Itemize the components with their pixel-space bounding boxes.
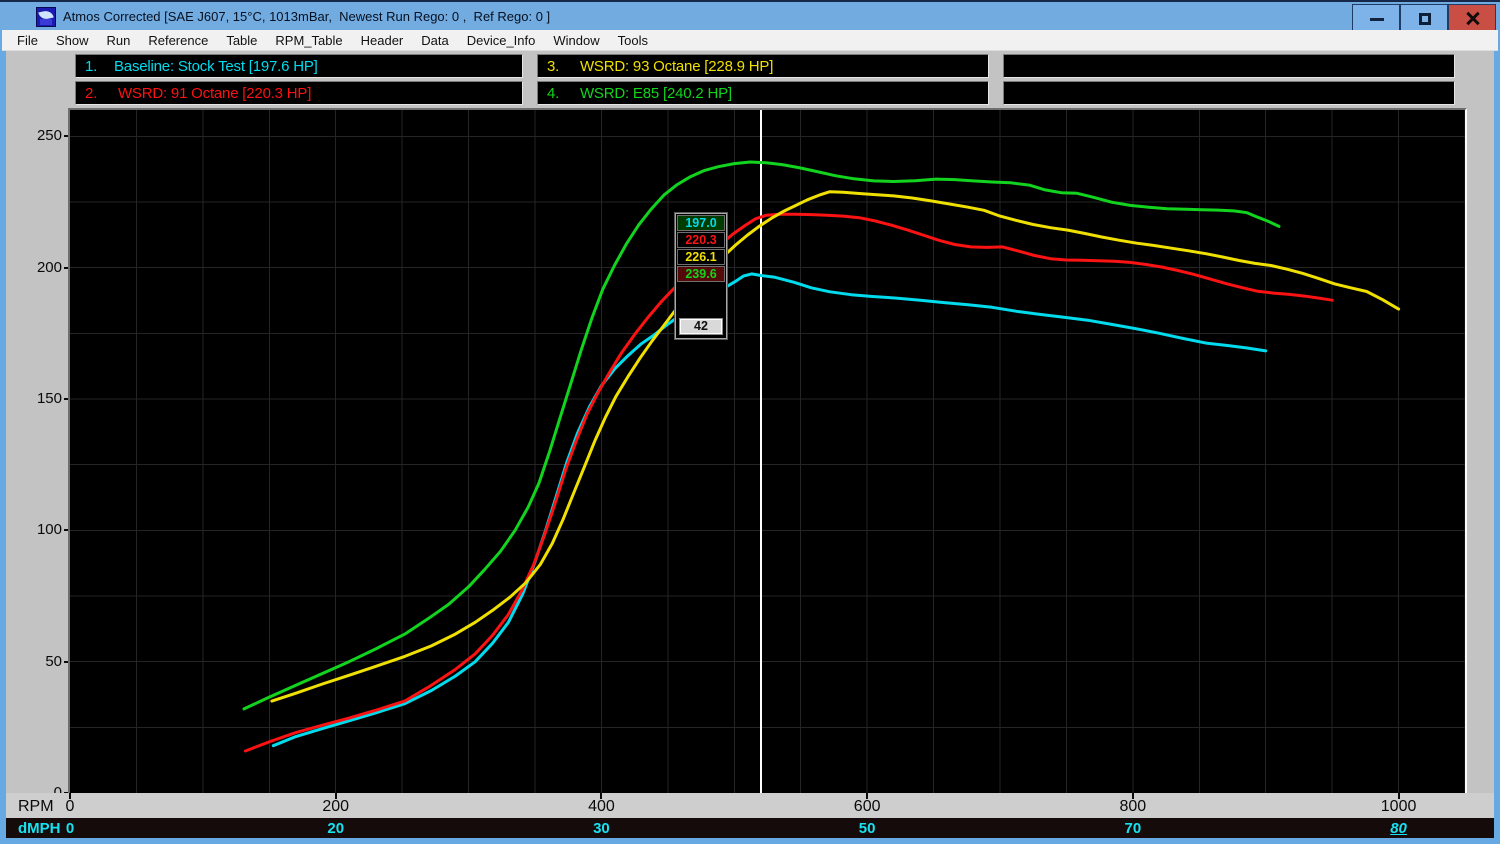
menu-item-header[interactable]: Header [352, 30, 413, 51]
menu-item-data[interactable]: Data [412, 30, 457, 51]
power-curve [245, 214, 1332, 751]
x-tick-label: 0 [66, 798, 75, 816]
y-tick-label: 100 [28, 521, 62, 538]
dmph-tick-label: 30 [593, 820, 610, 837]
menu-item-rpm_table[interactable]: RPM_Table [266, 30, 351, 51]
legend-run-label: Baseline: Stock Test [197.6 HP] [114, 58, 318, 75]
cursor-value-row: 220.3 [677, 232, 725, 248]
maximize-button[interactable] [1400, 4, 1448, 31]
legend-run-1[interactable]: 1. Baseline: Stock Test [197.6 HP] [75, 54, 523, 78]
power-curves-chart [70, 110, 1465, 793]
title-bar: Atmos Corrected [SAE J607, 15°C, 1013mBa… [0, 0, 1500, 30]
x-tick-label: 800 [1119, 798, 1146, 816]
legend-run-4[interactable]: 4. WSRD: E85 [240.2 HP] [537, 81, 989, 105]
app-window: Atmos Corrected [SAE J607, 15°C, 1013mBa… [0, 0, 1500, 844]
menu-item-device_info[interactable]: Device_Info [458, 30, 545, 51]
cursor-value-row: 239.6 [677, 266, 725, 282]
legend-box-empty[interactable] [1003, 54, 1455, 78]
app-logo-icon [36, 7, 56, 27]
y-tick-label: 200 [28, 259, 62, 276]
legend-run-2[interactable]: 2. WSRD: 91 Octane [220.3 HP] [75, 81, 523, 105]
y-tick-label: 250 [28, 127, 62, 144]
legend-run-3[interactable]: 3. WSRD: 93 Octane [228.9 HP] [537, 54, 989, 78]
dmph-tick-label: 50 [859, 820, 876, 837]
dmph-tick-label: 70 [1125, 820, 1142, 837]
y-tick-label: 50 [28, 653, 62, 670]
cursor-readout-box[interactable]: 197.0220.3226.1239.6 42 [675, 213, 727, 339]
cursor-value-row: 197.0 [677, 215, 725, 231]
dmph-tick-label: 20 [327, 820, 344, 837]
menu-item-table[interactable]: Table [217, 30, 266, 51]
menu-item-window[interactable]: Window [544, 30, 608, 51]
legend-run-number: 2. [85, 85, 97, 102]
power-curve [273, 274, 1265, 746]
menu-item-run[interactable]: Run [97, 30, 139, 51]
legend-run-number: 3. [547, 58, 559, 75]
y-tick-label: 150 [28, 390, 62, 407]
dmph-tick-label: 0 [66, 820, 74, 837]
close-button[interactable] [1448, 4, 1496, 31]
x-tick-label: 400 [588, 798, 615, 816]
cursor-readout-value: 42 [679, 318, 723, 335]
legend-box-empty[interactable] [1003, 81, 1455, 105]
dyno-chart-plot[interactable] [68, 108, 1467, 795]
legend-run-label: WSRD: 91 Octane [220.3 HP] [114, 85, 311, 102]
menu-item-tools[interactable]: Tools [609, 30, 657, 51]
rpm-axis-label: RPM [18, 798, 54, 816]
window-title: Atmos Corrected [SAE J607, 15°C, 1013mBa… [63, 9, 550, 24]
x-tick-label: 600 [854, 798, 881, 816]
menu-bar: FileShowRunReferenceTableRPM_TableHeader… [2, 30, 1498, 51]
maximize-icon [1419, 13, 1431, 25]
content-area: 1. Baseline: Stock Test [197.6 HP] 3. WS… [6, 51, 1494, 838]
legend-run-label: WSRD: E85 [240.2 HP] [576, 85, 732, 102]
dmph-tick-label: 80 [1390, 820, 1407, 837]
menu-item-reference[interactable]: Reference [139, 30, 217, 51]
x-tick-label: 200 [322, 798, 349, 816]
menu-item-show[interactable]: Show [47, 30, 98, 51]
cursor-value-row: 226.1 [677, 249, 725, 265]
minimize-icon [1370, 18, 1384, 21]
rpm-axis: RPM 0 200 400 600 800 1000 [6, 793, 1494, 818]
minimize-button[interactable] [1352, 4, 1400, 31]
x-tick-label: 1000 [1381, 798, 1417, 816]
legend-run-number: 4. [547, 85, 559, 102]
legend-run-label: WSRD: 93 Octane [228.9 HP] [576, 58, 773, 75]
dmph-axis-label: dMPH [18, 820, 61, 837]
menu-item-file[interactable]: File [8, 30, 47, 51]
legend-run-number: 1. [85, 58, 97, 75]
dmph-axis: dMPH 0 20 30 50 70 80 [6, 818, 1494, 838]
window-controls [1352, 4, 1496, 31]
